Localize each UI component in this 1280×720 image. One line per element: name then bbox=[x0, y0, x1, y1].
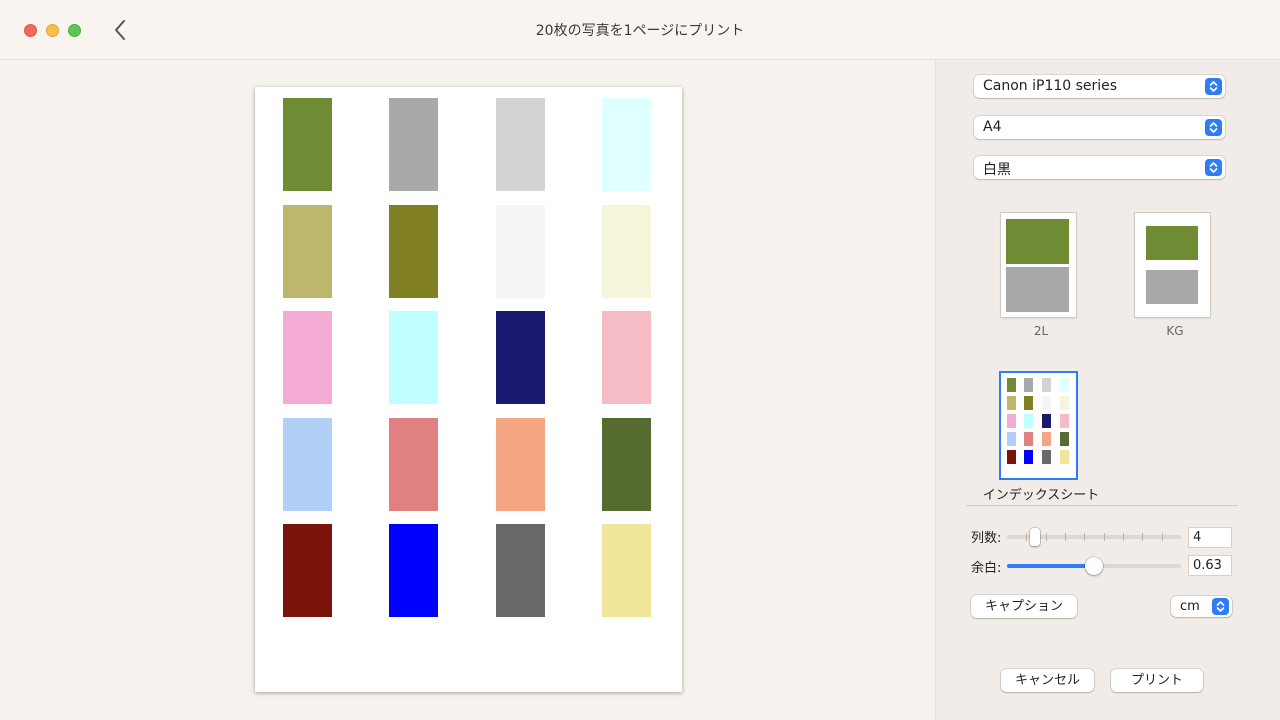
printer-select[interactable]: Canon iP110 series bbox=[974, 75, 1225, 98]
photo-thumbnail bbox=[283, 524, 332, 617]
index-photo bbox=[1060, 432, 1069, 446]
photo-thumbnail bbox=[602, 98, 651, 191]
photo-thumbnail bbox=[389, 418, 438, 511]
window-title: 20枚の写真を1ページにプリント bbox=[535, 23, 745, 39]
index-photo bbox=[1060, 378, 1069, 392]
up-down-arrows-icon bbox=[1205, 78, 1222, 95]
index-photo bbox=[1042, 378, 1051, 392]
index-photo bbox=[1024, 450, 1033, 464]
layout-thumbnail-kg bbox=[1135, 213, 1210, 317]
photo-thumbnail bbox=[283, 98, 332, 191]
layout-option-index-sheet[interactable]: インデックスシート bbox=[976, 371, 1106, 503]
photo-thumbnail bbox=[496, 205, 545, 298]
slider-tick bbox=[1123, 533, 1124, 541]
slider-tick bbox=[1065, 533, 1066, 541]
index-photo bbox=[1024, 378, 1033, 392]
unit-select-value: cm bbox=[1180, 599, 1200, 614]
photo-thumbnail bbox=[389, 205, 438, 298]
index-photo bbox=[1060, 414, 1069, 428]
photo-thumbnail bbox=[389, 98, 438, 191]
margin-slider-fill bbox=[1007, 564, 1094, 568]
thumbnail-photo bbox=[1006, 219, 1069, 264]
margin-slider-knob[interactable] bbox=[1085, 557, 1103, 575]
photo-thumbnail bbox=[496, 524, 545, 617]
columns-field[interactable] bbox=[1188, 527, 1232, 548]
photo-thumbnail bbox=[496, 98, 545, 191]
thumbnail-photo bbox=[1146, 226, 1198, 260]
index-photo bbox=[1060, 450, 1069, 464]
caption-button[interactable]: キャプション bbox=[971, 595, 1077, 618]
photo-thumbnail bbox=[602, 524, 651, 617]
columns-label: 列数: bbox=[971, 531, 1002, 546]
photo-thumbnail bbox=[283, 418, 332, 511]
photo-thumbnail bbox=[389, 524, 438, 617]
photo-thumbnail bbox=[602, 418, 651, 511]
preview-area bbox=[0, 61, 935, 720]
index-photo bbox=[1007, 414, 1016, 428]
paper-size-value: A4 bbox=[983, 119, 1002, 135]
index-photo bbox=[1024, 432, 1033, 446]
unit-select[interactable]: cm bbox=[1171, 596, 1232, 617]
index-photo bbox=[1042, 450, 1051, 464]
index-photo bbox=[1042, 432, 1051, 446]
thumbnail-photo bbox=[1146, 270, 1198, 304]
photo-thumbnail bbox=[496, 418, 545, 511]
color-mode-value: 白黒 bbox=[983, 162, 1011, 178]
slider-tick bbox=[1103, 533, 1105, 541]
up-down-arrows-icon bbox=[1212, 598, 1229, 615]
slider-tick bbox=[1142, 533, 1144, 541]
layout-option-2l[interactable]: 2L bbox=[996, 211, 1086, 341]
color-mode-select[interactable]: 白黒 bbox=[974, 156, 1225, 179]
photo-thumbnail bbox=[283, 311, 332, 404]
up-down-arrows-icon bbox=[1205, 119, 1222, 136]
thumbnail-photo bbox=[1006, 267, 1069, 312]
margin-field[interactable] bbox=[1188, 555, 1232, 576]
layout-label-kg: KG bbox=[1166, 324, 1184, 338]
layout-thumbnail-index-sheet bbox=[1001, 373, 1076, 478]
slider-tick bbox=[1045, 533, 1047, 541]
index-photo bbox=[1007, 396, 1016, 410]
index-photo bbox=[1024, 396, 1033, 410]
print-button[interactable]: プリント bbox=[1111, 669, 1203, 692]
photo-thumbnail bbox=[602, 311, 651, 404]
photo-thumbnail bbox=[602, 205, 651, 298]
layout-thumbnail-2l bbox=[1001, 213, 1076, 317]
index-photo bbox=[1024, 414, 1033, 428]
index-photo bbox=[1007, 432, 1016, 446]
layout-label-2l: 2L bbox=[1033, 324, 1049, 338]
paper-preview bbox=[255, 87, 682, 692]
photo-thumbnail bbox=[496, 311, 545, 404]
slider-tick bbox=[1084, 533, 1086, 541]
printer-select-value: Canon iP110 series bbox=[983, 78, 1118, 94]
index-photo bbox=[1042, 396, 1051, 410]
slider-tick bbox=[1161, 533, 1163, 541]
layout-option-kg[interactable]: KG bbox=[1130, 211, 1220, 341]
paper-size-select[interactable]: A4 bbox=[974, 116, 1225, 139]
title-bar: 20枚の写真を1ページにプリント bbox=[0, 0, 1280, 60]
index-photo bbox=[1007, 378, 1016, 392]
index-photo bbox=[1007, 450, 1016, 464]
settings-sidebar: Canon iP110 series A4 白黒 2L KG インデックスシート… bbox=[935, 61, 1280, 720]
slider-tick bbox=[1026, 533, 1028, 541]
cancel-button[interactable]: キャンセル bbox=[1001, 669, 1094, 692]
columns-slider-knob[interactable] bbox=[1030, 528, 1040, 546]
up-down-arrows-icon bbox=[1205, 159, 1222, 176]
index-photo bbox=[1042, 414, 1051, 428]
index-photo bbox=[1060, 396, 1069, 410]
photo-thumbnail bbox=[389, 311, 438, 404]
divider bbox=[966, 505, 1238, 506]
margin-label: 余白: bbox=[971, 561, 1002, 576]
layout-label-index-sheet: インデックスシート bbox=[982, 488, 1100, 503]
photo-thumbnail bbox=[283, 205, 332, 298]
